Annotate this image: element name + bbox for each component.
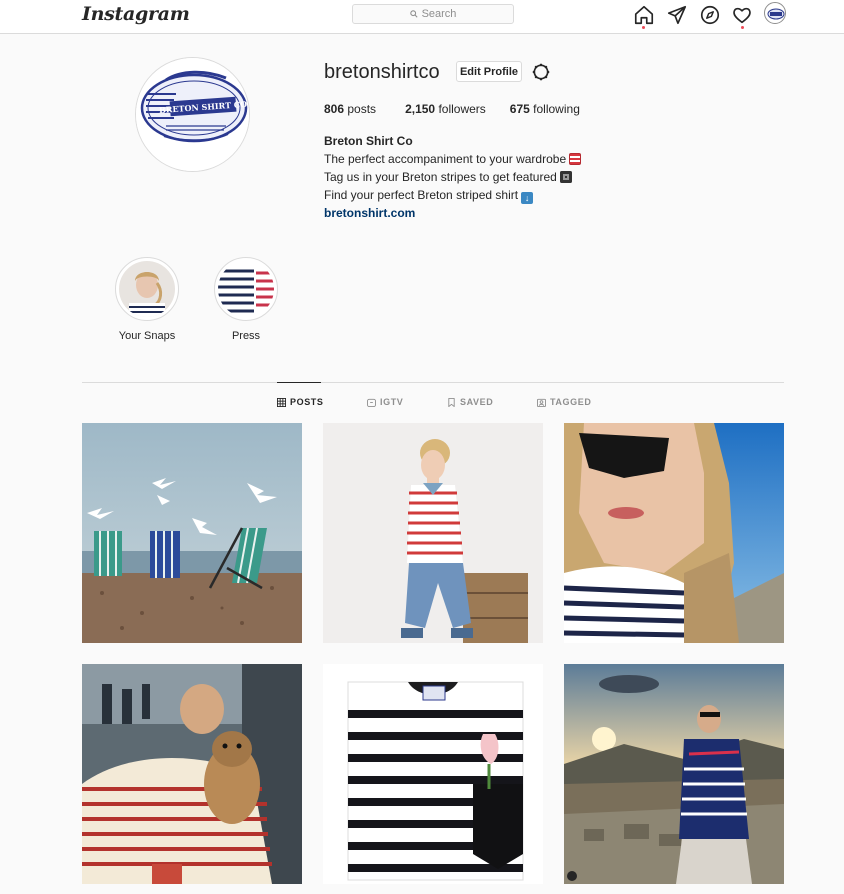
bio-line: Tag us in your Breton stripes to get fea… — [324, 168, 581, 186]
post-thumbnail[interactable] — [82, 664, 302, 884]
profile-bio: Breton Shirt Co The perfect accompanimen… — [324, 132, 582, 222]
multi-photo-icon — [567, 871, 577, 881]
post-thumbnail[interactable] — [564, 664, 784, 884]
activity-notification-dot — [741, 26, 744, 29]
profile-username: bretonshirtco — [324, 61, 440, 83]
post-image-man-mountain-sunset — [564, 664, 784, 884]
edit-profile-button[interactable]: Edit Profile — [456, 61, 522, 82]
following-count[interactable]: 675 following — [510, 102, 580, 116]
post-image-man-with-dog — [82, 664, 302, 884]
activity-heart-icon[interactable] — [731, 4, 753, 26]
followers-count[interactable]: 2,150 followers — [405, 102, 486, 116]
search-input[interactable]: Search — [352, 4, 514, 24]
search-icon — [409, 10, 418, 18]
home-icon[interactable] — [633, 4, 655, 26]
igtv-icon — [367, 398, 376, 407]
post-thumbnail[interactable] — [323, 664, 543, 884]
highlight-press[interactable] — [214, 257, 278, 321]
tab-saved[interactable]: SAVED — [447, 397, 493, 407]
posts-count: 806 posts — [324, 102, 377, 116]
breton-shirt-co-logo: BRETON SHIRT CO — [136, 58, 249, 171]
active-tab-indicator — [277, 382, 321, 383]
profile-stats: 806 posts 2,150 followers 675 following — [324, 102, 580, 116]
camera-emoji-icon — [559, 171, 572, 183]
tabs-divider — [82, 382, 784, 383]
shirt-emoji-icon — [569, 153, 582, 165]
instagram-logo[interactable]: Instagram — [82, 3, 190, 25]
profile-picture[interactable]: BRETON SHIRT CO — [135, 57, 250, 172]
home-notification-dot — [642, 26, 645, 29]
post-thumbnail[interactable] — [564, 423, 784, 643]
tab-igtv[interactable]: IGTV — [367, 397, 403, 407]
post-image-sunglasses-selfie — [564, 423, 784, 643]
explore-icon[interactable] — [699, 4, 721, 26]
bio-line: The perfect accompaniment to your wardro… — [324, 150, 582, 168]
down-arrow-emoji-icon: ↓ — [521, 192, 534, 204]
bio-line: Find your perfect Breton striped shirt ↓ — [324, 186, 581, 204]
profile-website-link[interactable]: bretonshirt.com — [324, 204, 581, 222]
profile-avatar-icon[interactable] — [764, 2, 786, 24]
highlight-your-snaps[interactable] — [115, 257, 179, 321]
top-navigation-bar: Instagram Search — [0, 0, 844, 34]
search-placeholder: Search — [421, 8, 457, 20]
tab-tagged[interactable]: TAGGED — [537, 397, 591, 407]
tag-icon — [537, 398, 546, 407]
bookmark-icon — [448, 397, 455, 407]
post-image-beach-deckchairs — [82, 423, 302, 643]
direct-icon[interactable] — [666, 4, 688, 26]
grid-icon — [277, 397, 286, 407]
profile-full-name: Breton Shirt Co — [324, 134, 413, 148]
highlight-label: Your Snaps — [118, 330, 176, 342]
highlight-label: Press — [231, 330, 261, 342]
post-thumbnail[interactable] — [323, 423, 543, 643]
post-image-folded-striped-shirt — [323, 664, 543, 884]
settings-gear-icon[interactable] — [531, 62, 551, 82]
post-thumbnail[interactable] — [82, 423, 302, 643]
tab-posts[interactable]: POSTS — [277, 397, 324, 407]
post-image-woman-striped-top — [323, 423, 543, 643]
